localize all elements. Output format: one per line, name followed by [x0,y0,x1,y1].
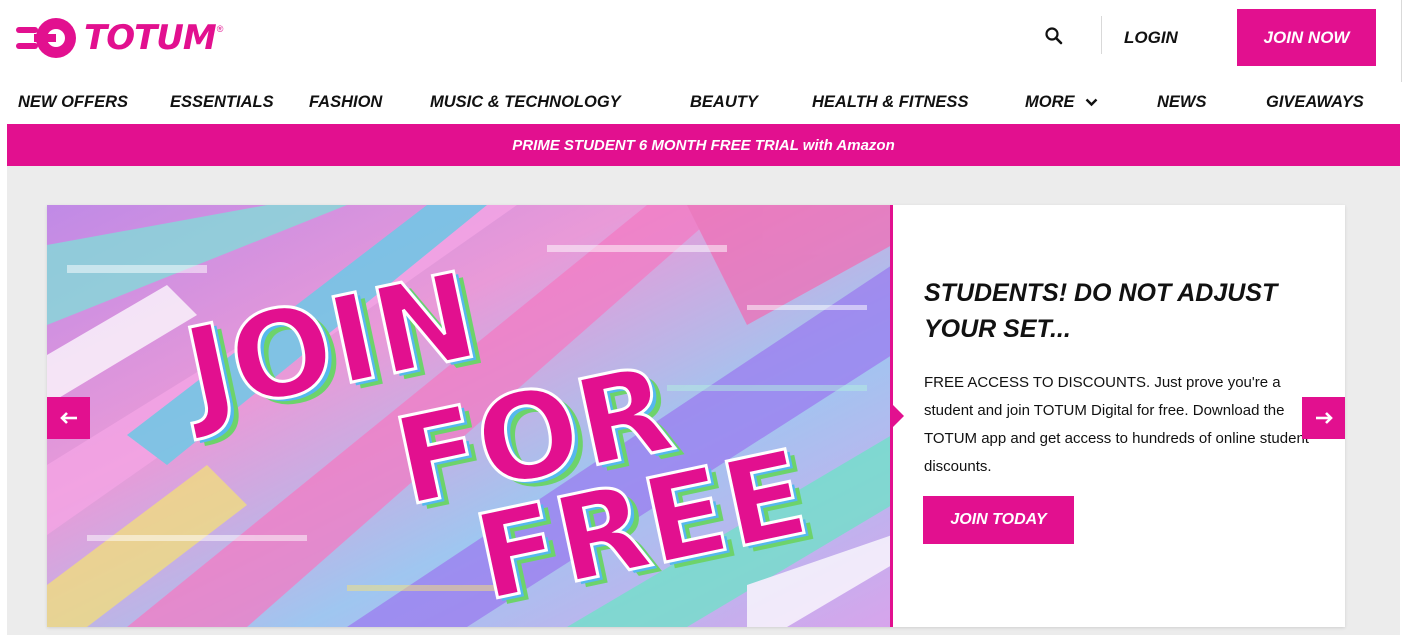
chevron-down-icon [1085,98,1098,107]
arrow-right-icon [1315,412,1333,424]
nav-item-giveaways[interactable]: GIVEAWAYS [1266,93,1364,112]
hero-image: JOIN JOIN JOIN FOR FOR FOR FREE FREE FRE… [47,205,892,627]
hero-body: FREE ACCESS TO DISCOUNTS. Just prove you… [924,374,1309,475]
join-now-button[interactable]: JOIN NOW [1237,9,1376,66]
nav-item-new-offers[interactable]: NEW OFFERS [18,93,128,112]
nav-item-more-label: MORE [1025,93,1075,111]
join-today-button[interactable]: JOIN TODAY [923,496,1074,544]
hero-copy: STUDENTS! DO NOT ADJUST YOUR SET... FREE… [924,275,1324,481]
nav-item-news[interactable]: NEWS [1157,93,1207,112]
nav-item-music-technology[interactable]: MUSIC & TECHNOLOGY [430,93,621,112]
logo-registered-mark: ® [216,24,224,34]
hero-divider-notch [893,405,904,427]
main-nav: NEW OFFERS ESSENTIALS FASHION MUSIC & TE… [0,82,1407,124]
search-icon [1045,27,1063,45]
nav-item-fashion[interactable]: FASHION [309,93,382,112]
promo-banner-text: PRIME STUDENT 6 MONTH FREE TRIAL with Am… [512,136,895,154]
totum-logo-mark-icon [16,18,76,58]
header-edge [1401,0,1402,82]
nav-item-health-fitness[interactable]: HEALTH & FITNESS [812,93,968,112]
search-button[interactable] [1040,22,1068,50]
nav-item-more[interactable]: MORE [1025,93,1098,112]
login-link[interactable]: LOGIN [1124,28,1178,48]
nav-item-beauty[interactable]: BEAUTY [690,93,758,112]
logo-wordmark: TOTUM [84,18,217,58]
promo-banner[interactable]: PRIME STUDENT 6 MONTH FREE TRIAL with Am… [7,124,1400,166]
site-header: TOTUM ® LOGIN JOIN NOW [0,0,1407,82]
hero-slide: JOIN JOIN JOIN FOR FOR FOR FREE FREE FRE… [47,205,1345,627]
carousel-prev-button[interactable] [47,397,90,439]
totum-logo[interactable]: TOTUM ® [16,14,223,62]
header-divider [1101,16,1102,54]
hero-title: STUDENTS! DO NOT ADJUST YOUR SET... [924,279,1278,343]
nav-item-essentials[interactable]: ESSENTIALS [170,93,274,112]
carousel-next-button[interactable] [1302,397,1345,439]
arrow-left-icon [59,412,77,424]
